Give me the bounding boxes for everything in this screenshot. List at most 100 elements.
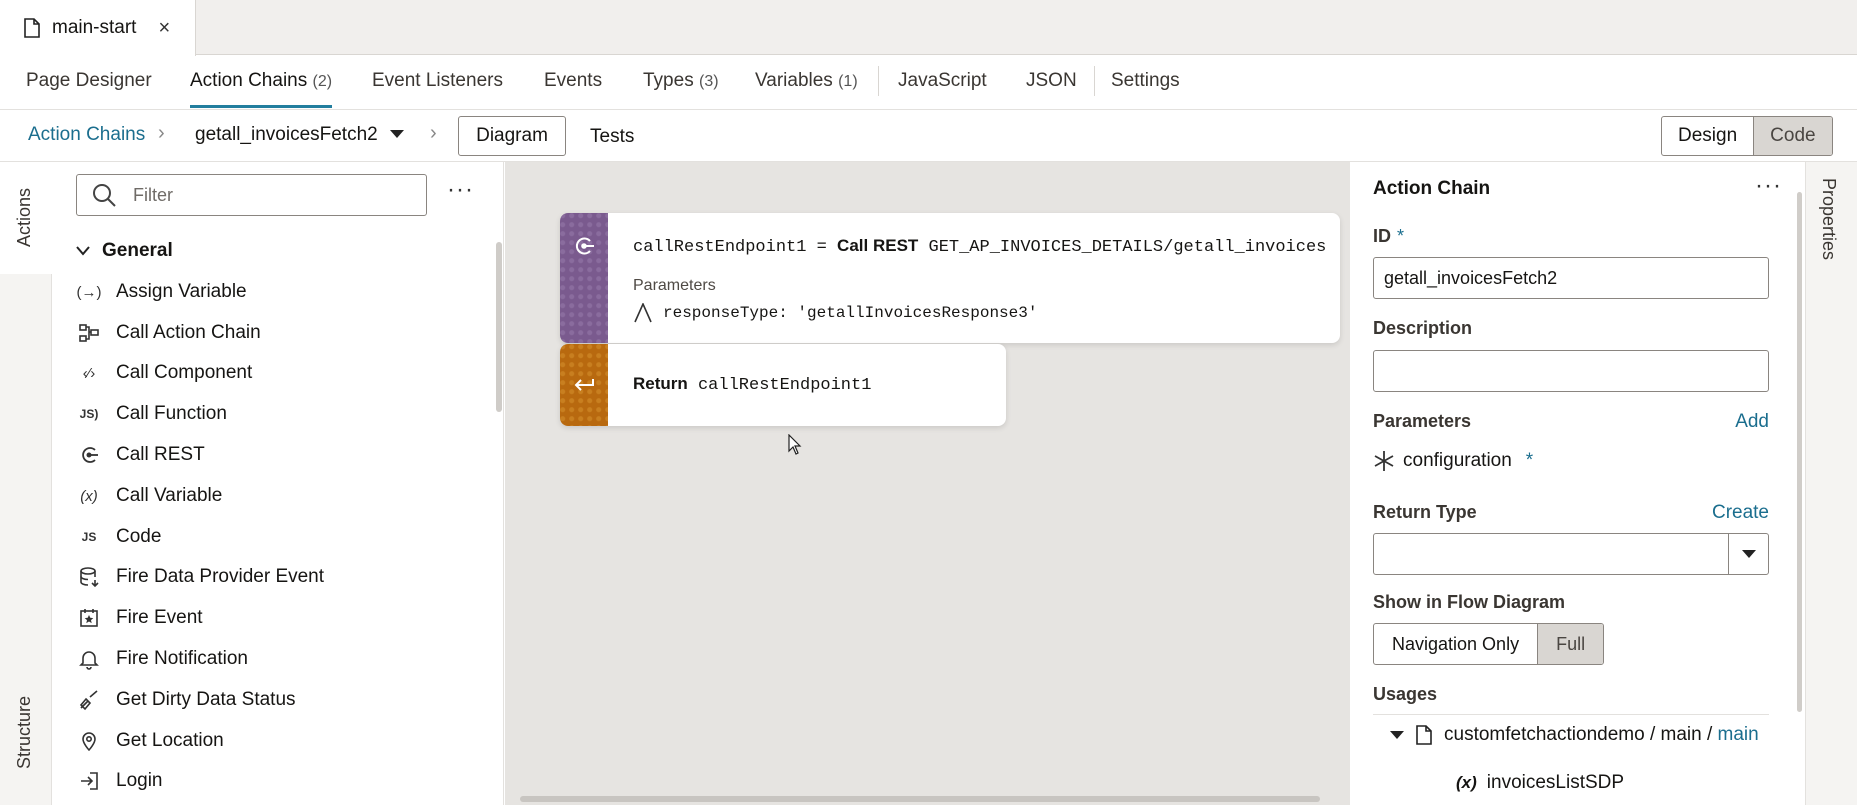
tab-events[interactable]: Events (544, 56, 602, 110)
tab-label: Types (643, 70, 694, 91)
diagram-canvas[interactable]: callRestEndpoint1 = Call REST GET_AP_INV… (505, 162, 1350, 805)
description-field[interactable] (1373, 350, 1769, 392)
editor-tabs: Page Designer Action Chains (2) Event Li… (0, 56, 1857, 110)
return-type-select[interactable] (1373, 533, 1769, 575)
breadcrumb-action-chains[interactable]: Action Chains (28, 124, 145, 146)
action-label: Call REST (116, 444, 205, 465)
action-assign-variable[interactable]: (→) Assign Variable (74, 275, 247, 309)
file-tab-main-start[interactable]: main-start × (0, 0, 196, 56)
actions-rail-tab[interactable]: Actions (14, 188, 35, 247)
return-expression: Return callRestEndpoint1 (633, 374, 871, 395)
id-field[interactable]: getall_invoicesFetch2 (1373, 257, 1769, 299)
return-node[interactable]: Return callRestEndpoint1 (560, 344, 1006, 426)
breadcrumb-current-chain[interactable]: getall_invoicesFetch2 (195, 124, 378, 146)
required-mark: * (1397, 226, 1405, 246)
breadcrumb: Action Chains › getall_invoicesFetch2 › (0, 110, 1857, 162)
action-fire-data-provider-event[interactable]: Fire Data Provider Event (74, 560, 324, 594)
left-rail: Actions Structure (0, 162, 52, 805)
usage-link[interactable]: main (1718, 724, 1759, 745)
parameters-label: Parameters (1373, 411, 1472, 431)
tab-javascript[interactable]: JavaScript (898, 56, 987, 110)
action-label: Call Action Chain (116, 322, 261, 343)
action-label: Call Variable (116, 485, 223, 506)
action-label: Get Dirty Data Status (116, 689, 296, 710)
data-provider-icon (74, 565, 104, 589)
code-button[interactable]: Code (1753, 117, 1832, 155)
parameter-row: responseType: 'getallInvoicesResponse3' (633, 303, 1037, 323)
action-call-action-chain[interactable]: Call Action Chain (74, 316, 261, 350)
parameter-name: configuration (1403, 450, 1512, 471)
usages-divider (1373, 714, 1769, 715)
full-button[interactable]: Full (1537, 624, 1604, 664)
tab-page-designer[interactable]: Page Designer (26, 56, 152, 110)
action-label: Fire Notification (116, 648, 248, 669)
tab-json[interactable]: JSON (1026, 56, 1077, 110)
assign-variable-icon: (→) (76, 283, 102, 301)
tab-event-listeners[interactable]: Event Listeners (372, 56, 503, 110)
flow-diagram-label: Show in Flow Diagram (1373, 592, 1566, 612)
tab-label: Event Listeners (372, 70, 503, 91)
group-general[interactable]: General (76, 240, 173, 262)
filter-input[interactable] (133, 184, 413, 206)
action-label: Get Location (116, 730, 224, 751)
navigation-only-button[interactable]: Navigation Only (1374, 624, 1537, 664)
action-fire-event[interactable]: Fire Event (74, 601, 203, 635)
action-get-location[interactable]: Get Location (74, 724, 224, 758)
asterisk-icon (1374, 451, 1394, 471)
tab-count: (2) (312, 73, 333, 90)
structure-rail-tab[interactable]: Structure (14, 696, 35, 769)
chevron-right-icon: › (430, 122, 437, 144)
call-component-icon: ‹⁄› (82, 364, 96, 382)
action-fire-notification[interactable]: Fire Notification (74, 642, 248, 676)
tests-tab[interactable]: Tests (590, 126, 634, 148)
tab-label: Action Chains (190, 70, 308, 91)
node-kind: Call REST (837, 236, 919, 255)
parameter-configuration[interactable]: configuration * (1373, 450, 1533, 472)
action-call-rest[interactable]: Call REST (74, 438, 205, 472)
tab-label: Page Designer (26, 70, 152, 91)
action-call-function[interactable]: JS) Call Function (74, 397, 227, 431)
call-rest-expression: callRestEndpoint1 = Call REST GET_AP_INV… (633, 236, 1326, 257)
tab-variables[interactable]: Variables (1) (755, 56, 858, 110)
more-options-icon[interactable]: ··· (1755, 172, 1782, 200)
close-icon[interactable]: × (158, 17, 170, 40)
action-call-component[interactable]: ‹⁄› Call Component (74, 356, 253, 390)
chevron-down-icon[interactable] (1390, 731, 1404, 739)
tab-action-chains[interactable]: Action Chains (2) (190, 56, 333, 110)
action-get-dirty-data-status[interactable]: Get Dirty Data Status (74, 683, 296, 717)
more-options-icon[interactable]: ··· (447, 176, 474, 204)
call-variable-icon: (x) (80, 487, 98, 505)
action-call-variable[interactable]: (x) Call Variable (74, 479, 222, 513)
call-rest-node[interactable]: callRestEndpoint1 = Call REST GET_AP_INV… (560, 213, 1340, 343)
file-icon (1416, 725, 1432, 745)
flow-diagram-toggle: Navigation Only Full (1373, 623, 1605, 665)
properties-title: Action Chain (1373, 178, 1491, 199)
properties-rail-tab[interactable]: Properties (1818, 178, 1839, 260)
parameters-label: Parameters (633, 277, 716, 294)
actions-scrollbar[interactable] (496, 242, 502, 412)
right-rail: Properties (1805, 162, 1857, 805)
canvas-scrollbar[interactable] (520, 796, 1320, 802)
design-button[interactable]: Design (1662, 117, 1753, 155)
add-parameter-link[interactable]: Add (1735, 411, 1769, 433)
usage-item[interactable]: customfetchactiondemo / main / main (1390, 724, 1759, 746)
mouse-cursor-icon (788, 434, 802, 455)
usage-variable[interactable]: (x) invoicesListSDP (1456, 772, 1624, 794)
fire-event-icon (74, 606, 104, 630)
search-icon (93, 184, 116, 207)
action-label: Assign Variable (116, 281, 247, 302)
create-type-link[interactable]: Create (1712, 502, 1769, 524)
return-type-label: Return Type (1373, 502, 1477, 522)
description-label: Description (1373, 318, 1473, 338)
return-icon (574, 379, 594, 391)
call-function-icon: JS) (79, 407, 99, 421)
chevron-down-icon[interactable] (1728, 534, 1768, 574)
action-code[interactable]: JS Code (74, 520, 162, 554)
tab-types[interactable]: Types (3) (643, 56, 719, 110)
diagram-button[interactable]: Diagram (458, 116, 566, 156)
chevron-right-icon: › (158, 122, 165, 144)
properties-scrollbar[interactable] (1797, 192, 1802, 712)
file-tab-label: main-start (52, 17, 137, 38)
tab-settings[interactable]: Settings (1111, 56, 1180, 110)
action-login[interactable]: Login (74, 764, 163, 798)
